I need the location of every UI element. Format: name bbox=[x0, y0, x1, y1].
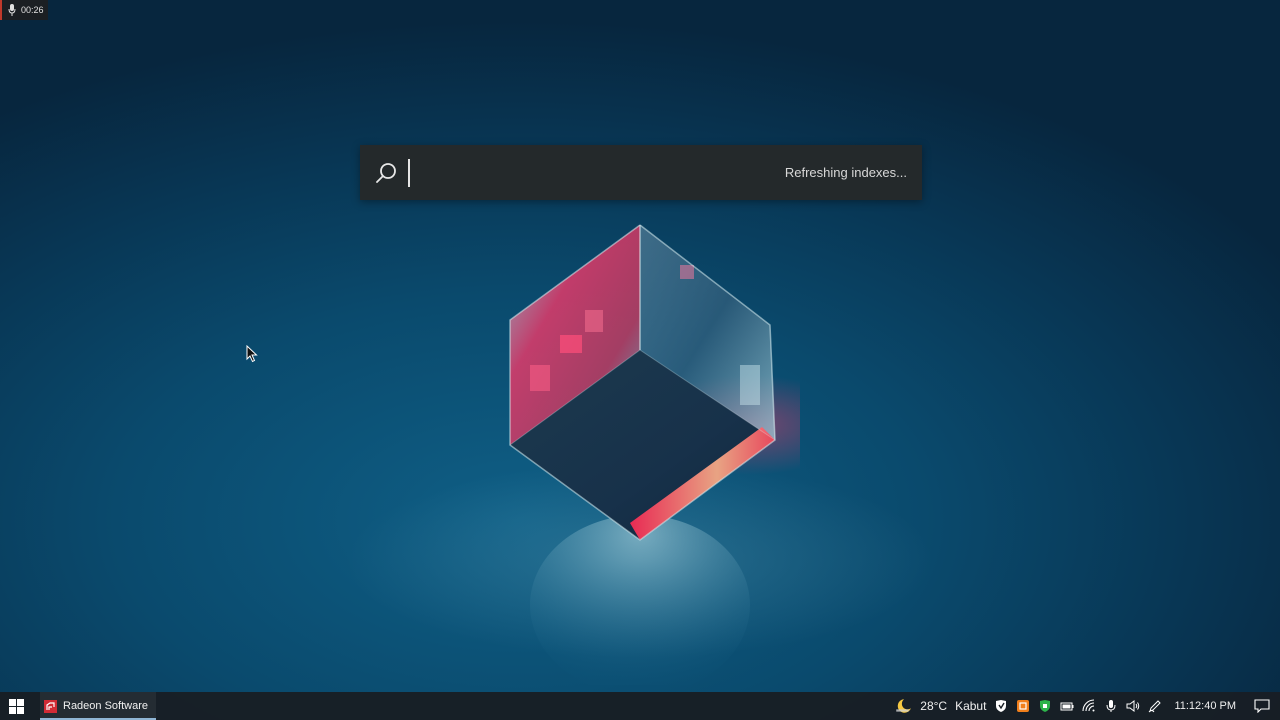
microphone-icon bbox=[8, 4, 16, 16]
desktop: 00:26 Refreshing indexes... Radeon Softw… bbox=[0, 0, 1280, 720]
weather-temperature[interactable]: 28°C bbox=[916, 692, 951, 720]
pen-tray-icon[interactable] bbox=[1144, 692, 1166, 720]
recording-indicator: 00:26 bbox=[0, 0, 48, 20]
moon-icon bbox=[896, 699, 912, 713]
security-tray-icon[interactable] bbox=[990, 692, 1012, 720]
system-tray: 28°C Kabut 11:12:40 PM bbox=[890, 692, 1280, 720]
taskbar-app-radeon-software[interactable]: Radeon Software bbox=[40, 692, 156, 720]
battery-icon bbox=[1060, 702, 1074, 711]
notification-button[interactable] bbox=[1244, 692, 1280, 720]
volume-icon bbox=[1126, 700, 1140, 712]
start-button[interactable] bbox=[0, 692, 32, 720]
recording-timer: 00:26 bbox=[21, 5, 44, 15]
notification-icon bbox=[1254, 699, 1270, 713]
battery-tray-icon[interactable] bbox=[1056, 692, 1078, 720]
network-tray-icon[interactable] bbox=[1078, 692, 1100, 720]
microphone-icon bbox=[1106, 700, 1116, 712]
weather-condition[interactable]: Kabut bbox=[951, 692, 990, 720]
taskbar-app-label: Radeon Software bbox=[63, 700, 148, 712]
mouse-cursor-icon bbox=[246, 345, 258, 363]
microphone-tray-icon[interactable] bbox=[1100, 692, 1122, 720]
radeon-icon bbox=[44, 699, 57, 713]
search-icon bbox=[376, 162, 396, 183]
taskbar-clock[interactable]: 11:12:40 PM bbox=[1166, 692, 1244, 720]
pen-icon bbox=[1149, 700, 1162, 713]
wallpaper-cube bbox=[509, 224, 800, 685]
security-icon bbox=[996, 700, 1007, 712]
windows-icon bbox=[8, 698, 24, 714]
app-orange-icon bbox=[1017, 700, 1030, 712]
search-box[interactable]: Refreshing indexes... bbox=[360, 145, 922, 200]
wifi-icon bbox=[1082, 699, 1095, 712]
taskbar: Radeon Software 28°C Kabut 11:12:40 PM bbox=[0, 692, 1280, 720]
search-status: Refreshing indexes... bbox=[784, 165, 907, 180]
weather-widget[interactable] bbox=[890, 692, 916, 720]
volume-tray-icon[interactable] bbox=[1122, 692, 1144, 720]
search-input[interactable] bbox=[410, 145, 785, 200]
orange-app-tray-icon[interactable] bbox=[1012, 692, 1034, 720]
shield-green-icon bbox=[1040, 700, 1051, 712]
green-shield-tray-icon[interactable] bbox=[1034, 692, 1056, 720]
